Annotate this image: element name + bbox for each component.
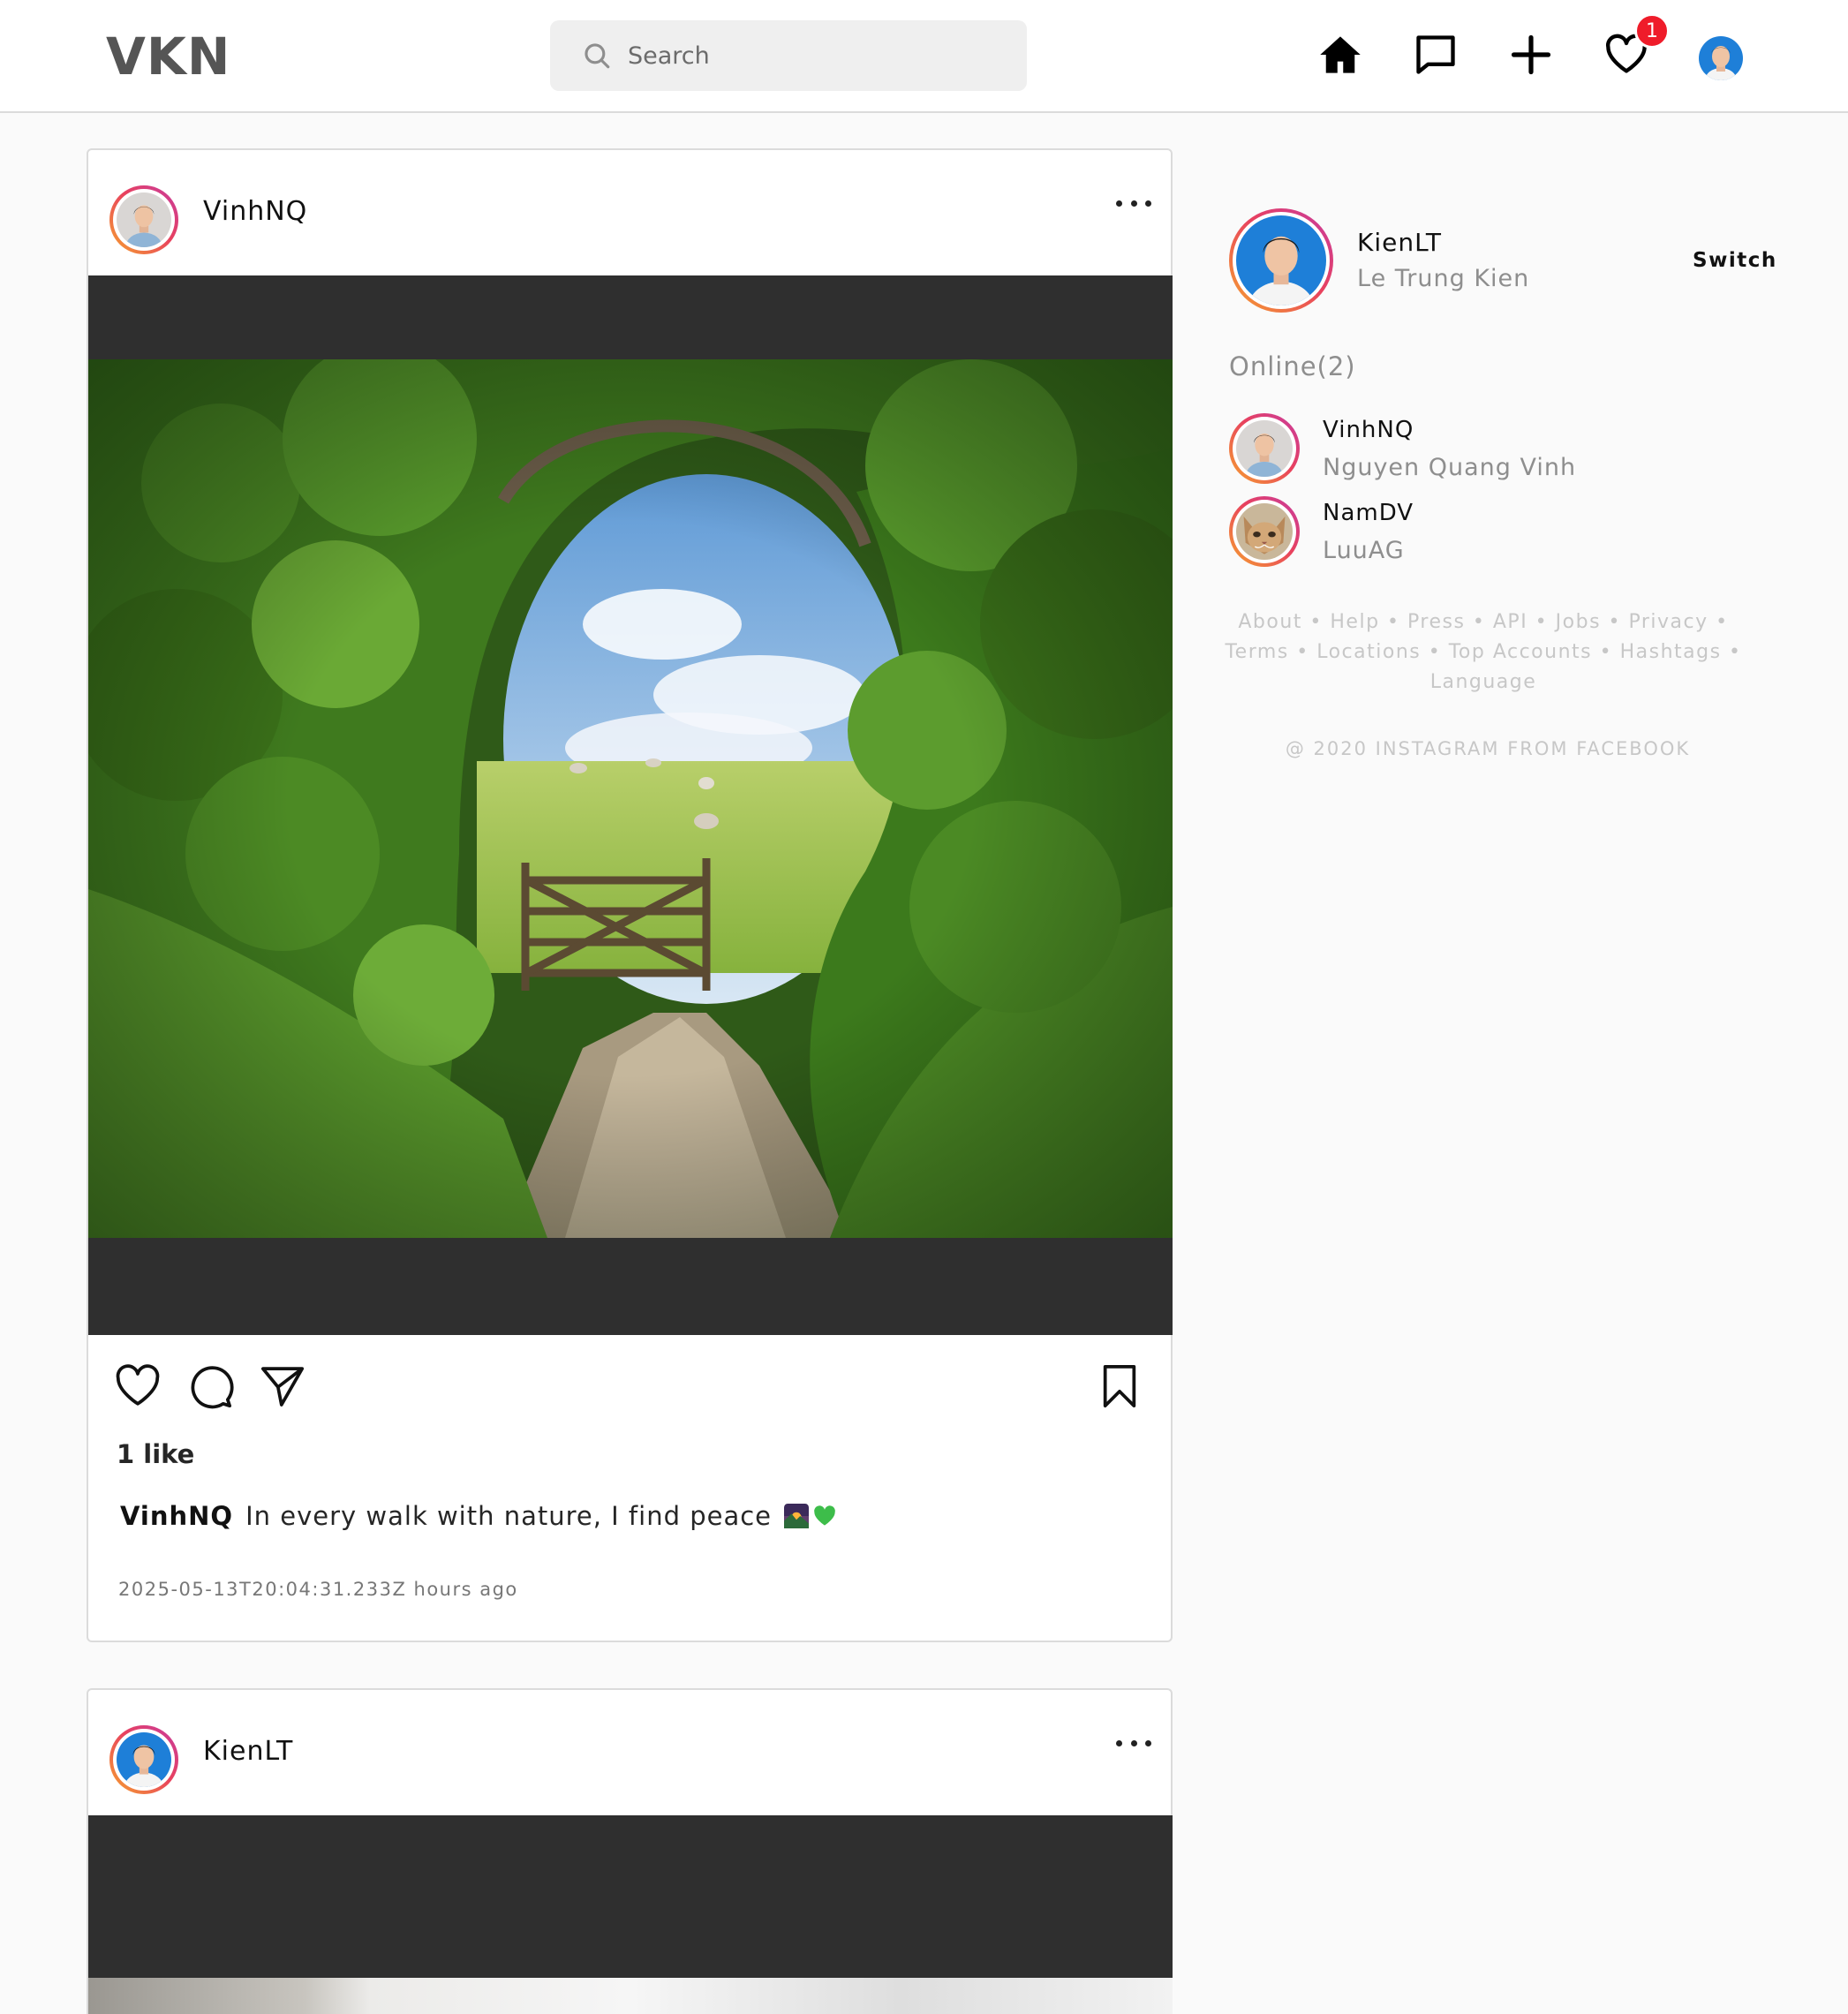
online-user-avatar[interactable] [1229, 413, 1300, 484]
online-user-fullname: LuuAG [1323, 537, 1405, 564]
more-options-button[interactable] [1116, 1734, 1151, 1752]
post-header: KienLT [88, 1690, 1171, 1815]
notification-badge: 1 [1634, 13, 1670, 49]
save-button[interactable] [1095, 1362, 1144, 1411]
post-author-avatar[interactable] [109, 1725, 178, 1794]
more-options-button[interactable] [1116, 194, 1151, 212]
like-count[interactable]: 1 like [117, 1439, 194, 1469]
top-navigation-bar: VKN 1 [0, 0, 1848, 113]
app-logo[interactable]: VKN [106, 26, 230, 87]
current-user-username[interactable]: KienLT [1357, 228, 1442, 257]
footer-link-jobs[interactable]: Jobs [1556, 611, 1601, 633]
footer-links: About • Help • Press • API • Jobs • Priv… [1225, 611, 1742, 693]
post-media-carousel[interactable] [88, 1815, 1173, 2014]
post-image [88, 1978, 1173, 2014]
comment-button[interactable] [185, 1362, 235, 1411]
footer-link-help[interactable]: Help [1330, 611, 1379, 633]
send-icon [260, 1367, 305, 1407]
copyright-text: @ 2020 INSTAGRAM FROM FACEBOOK [1285, 738, 1691, 759]
create-post-button[interactable] [1506, 30, 1556, 79]
share-button[interactable] [258, 1362, 307, 1411]
search-box[interactable] [550, 20, 1027, 91]
post-caption: VinhNQ In every walk with nature, I find… [120, 1501, 837, 1531]
online-user-username[interactable]: VinhNQ [1323, 417, 1414, 443]
post-image [88, 359, 1173, 1238]
footer-link-locations[interactable]: Locations [1316, 641, 1421, 663]
footer-link-top-accounts[interactable]: Top Accounts [1449, 641, 1592, 663]
footer-link-press[interactable]: Press [1407, 611, 1465, 633]
post-author-avatar[interactable] [109, 185, 178, 254]
caption-text: In every walk with nature, I find peace [245, 1501, 773, 1531]
post-media-carousel[interactable] [88, 275, 1173, 1335]
current-user-fullname: Le Trung Kien [1357, 265, 1530, 292]
post-card: KienLT [87, 1688, 1173, 2014]
switch-account-button[interactable]: Switch [1693, 249, 1777, 272]
search-input[interactable] [628, 41, 999, 70]
online-user-username[interactable]: NamDV [1323, 500, 1414, 526]
post-actions [88, 1335, 1171, 1432]
heart-outline-icon [116, 1364, 160, 1406]
caption-username[interactable]: VinhNQ [120, 1501, 233, 1531]
like-button[interactable] [113, 1362, 162, 1411]
cat-photo [1236, 503, 1293, 560]
home-icon [1320, 36, 1361, 73]
messages-icon [1416, 35, 1455, 74]
footer-link-about[interactable]: About [1238, 611, 1302, 633]
sunrise-emoji [784, 1504, 810, 1528]
post-header: VinhNQ [88, 150, 1171, 275]
search-icon [585, 43, 610, 69]
footer-link-terms[interactable]: Terms [1225, 641, 1288, 663]
plus-icon [1511, 34, 1551, 75]
footer-link-language[interactable]: Language [1430, 671, 1537, 693]
bookmark-icon [1103, 1364, 1136, 1408]
online-heading: Online(2) [1229, 351, 1356, 381]
current-user-avatar[interactable] [1229, 208, 1333, 313]
green-heart-emoji [814, 1505, 835, 1526]
post-card: VinhNQ 1 like VinhNQ In every walk with … [87, 148, 1173, 1642]
comment-icon [191, 1366, 234, 1409]
profile-avatar[interactable] [1699, 36, 1743, 80]
post-timestamp: 2025-05-13T20:04:31.233Z hours ago [118, 1579, 518, 1600]
home-button[interactable] [1316, 30, 1365, 79]
messages-button[interactable] [1411, 30, 1460, 79]
online-user-fullname: Nguyen Quang Vinh [1323, 454, 1577, 481]
footer-link-privacy[interactable]: Privacy [1629, 611, 1708, 633]
post-author-username[interactable]: VinhNQ [203, 196, 307, 227]
online-user-avatar[interactable] [1229, 496, 1300, 567]
footer-link-api[interactable]: API [1493, 611, 1527, 633]
post-author-username[interactable]: KienLT [203, 1736, 293, 1767]
footer-link-hashtags[interactable]: Hashtags [1620, 641, 1722, 663]
